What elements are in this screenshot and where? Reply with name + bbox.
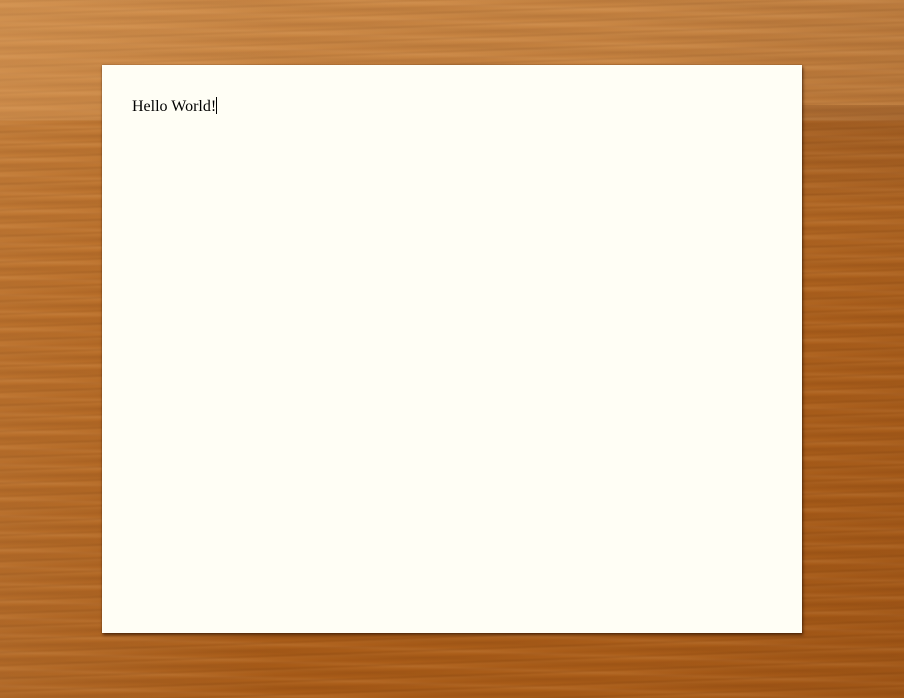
- text-editor-area[interactable]: Hello World!: [116, 79, 788, 619]
- editor-text: Hello World!: [132, 98, 217, 115]
- paper-sheet[interactable]: Hello World!: [102, 65, 802, 633]
- desktop-wood-background: { "editor": { "text": "Hello World!" } }…: [0, 0, 904, 698]
- text-caret: [216, 97, 218, 114]
